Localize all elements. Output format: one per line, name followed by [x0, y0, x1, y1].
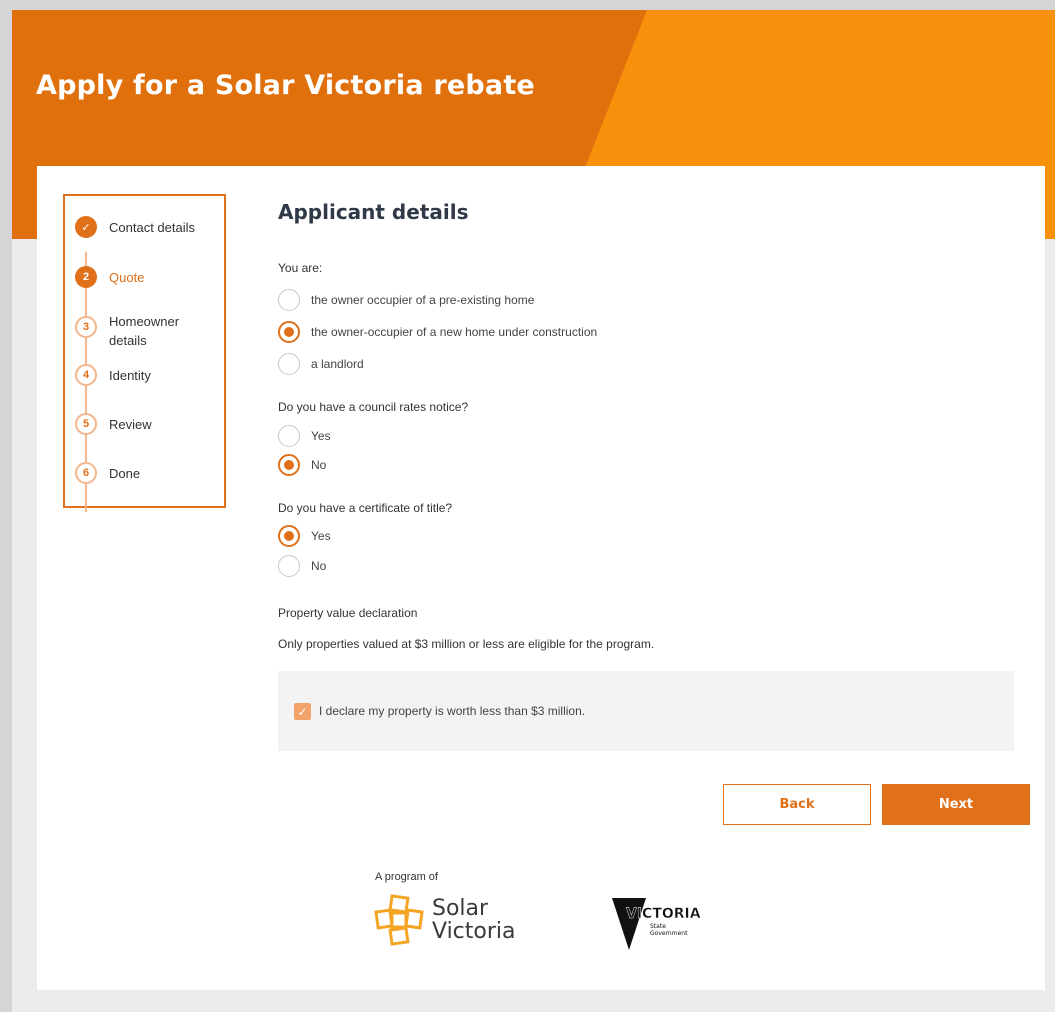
back-button[interactable]: Back — [723, 784, 871, 825]
step-label: Quote — [109, 270, 145, 285]
form-card: ✓ Contact details 2 Quote 3 Homeowner de… — [37, 166, 1045, 990]
page-title: Apply for a Solar Victoria rebate — [36, 70, 535, 101]
step-homeowner-details[interactable]: 3 Homeowner details — [75, 312, 219, 350]
property-value-label: Property value declaration — [278, 606, 418, 620]
solar-victoria-emblem-icon — [374, 894, 424, 946]
step-label: Contact details — [109, 220, 195, 235]
step-number: 2 — [75, 266, 97, 288]
radio-label: Yes — [311, 529, 331, 543]
radio-button[interactable] — [278, 353, 300, 375]
radio-button[interactable] — [278, 425, 300, 447]
next-button[interactable]: Next — [882, 784, 1030, 825]
step-label: Review — [109, 417, 152, 432]
step-number: 3 — [75, 316, 97, 338]
victoria-logo-icon: VICTORIA State Government — [612, 898, 701, 950]
solar-victoria-logo: Solar Victoria — [374, 894, 516, 946]
declaration-label: I declare my property is worth less than… — [319, 704, 586, 718]
radio-button[interactable] — [278, 289, 300, 311]
property-value-note: Only properties valued at $3 million or … — [278, 637, 655, 651]
check-icon: ✓ — [75, 216, 97, 238]
declaration-checkbox[interactable]: ✓ — [294, 703, 311, 720]
step-identity[interactable]: 4 Identity — [75, 364, 219, 386]
step-number: 5 — [75, 413, 97, 435]
solar-victoria-line-1: Solar — [432, 896, 489, 921]
step-label: Homeowner details — [109, 314, 180, 348]
certificate-title-label: Do you have a certificate of title? — [278, 501, 453, 515]
radio-council-no[interactable]: No — [278, 454, 326, 476]
council-rates-label: Do you have a council rates notice? — [278, 400, 469, 414]
step-number: 4 — [75, 364, 97, 386]
radio-label: No — [311, 458, 327, 472]
progress-stepper: ✓ Contact details 2 Quote 3 Homeowner de… — [63, 194, 226, 512]
solar-victoria-wordmark: Solar Victoria — [432, 897, 516, 943]
left-strip — [0, 0, 12, 1012]
step-label: Done — [109, 466, 141, 481]
declaration-box: ✓ I declare my property is worth less th… — [278, 671, 1014, 751]
radio-new-home[interactable]: the owner-occupier of a new home under c… — [278, 321, 597, 343]
radio-council-yes[interactable]: Yes — [278, 425, 331, 447]
victoria-logo-sub-1: State — [650, 923, 666, 930]
step-done[interactable]: 6 Done — [75, 462, 219, 484]
step-review[interactable]: 5 Review — [75, 413, 219, 435]
radio-label: the owner occupier of a pre-existing hom… — [311, 293, 535, 307]
top-strip — [0, 0, 1055, 10]
victoria-logo-text: VICTORIA — [626, 906, 701, 922]
radio-label: the owner-occupier of a new home under c… — [311, 325, 598, 339]
checkmark-icon: ✓ — [297, 704, 308, 719]
radio-label: a landlord — [311, 357, 364, 371]
radio-label: No — [311, 559, 327, 573]
program-of-label: A program of — [375, 871, 438, 883]
radio-title-no[interactable]: No — [278, 555, 326, 577]
step-quote[interactable]: 2 Quote — [75, 266, 219, 288]
radio-button[interactable] — [278, 525, 300, 547]
radio-label: Yes — [311, 429, 331, 443]
victoria-logo-sub-2: Government — [650, 930, 688, 937]
radio-title-yes[interactable]: Yes — [278, 525, 331, 547]
radio-button[interactable] — [278, 454, 300, 476]
radio-pre-existing-home[interactable]: the owner occupier of a pre-existing hom… — [278, 289, 534, 311]
you-are-label: You are: — [278, 261, 323, 275]
step-contact-details[interactable]: ✓ Contact details — [75, 216, 219, 238]
step-label: Identity — [109, 368, 151, 383]
radio-button[interactable] — [278, 555, 300, 577]
radio-button[interactable] — [278, 321, 300, 343]
solar-victoria-line-2: Victoria — [432, 919, 516, 944]
section-heading: Applicant details — [278, 200, 469, 224]
step-number: 6 — [75, 462, 97, 484]
victoria-government-logo: VICTORIA State Government — [612, 898, 702, 955]
radio-landlord[interactable]: a landlord — [278, 353, 364, 375]
